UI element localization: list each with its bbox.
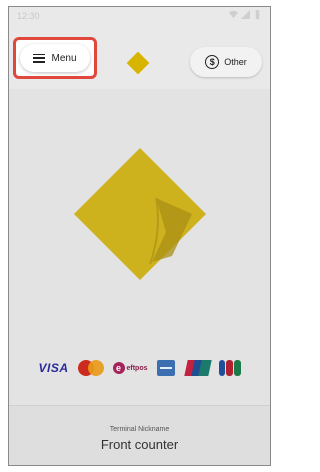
amex-logo <box>156 360 175 376</box>
hamburger-icon <box>33 53 46 63</box>
terminal-nickname-label: Terminal Nickname <box>109 426 170 433</box>
other-button-label: Other <box>224 57 247 67</box>
wifi-icon <box>229 10 238 19</box>
battery-icon <box>255 10 260 19</box>
payment-methods-row: VISA e eftpos <box>9 357 270 379</box>
terminal-nickname-value: Front counter <box>100 437 179 452</box>
top-bar: Menu $ Other <box>9 25 270 89</box>
main-area: VISA e eftpos <box>9 89 270 405</box>
terminal-nickname-panel: Terminal Nickname Front counter <box>9 405 270 465</box>
signal-icon <box>241 10 250 19</box>
menu-button-highlight: Menu <box>13 37 97 79</box>
other-button[interactable]: $ Other <box>190 47 262 77</box>
mastercard-logo <box>77 360 104 376</box>
terminal-screen: 12:30 Menu $ Other VISA e eftpos Termina… <box>8 6 271 466</box>
jcb-logo <box>218 360 241 376</box>
commbank-logo-large <box>74 148 206 280</box>
eftpos-logo: e eftpos <box>112 362 148 374</box>
status-bar: 12:30 <box>9 7 270 25</box>
eftpos-text: eftpos <box>126 364 148 372</box>
status-time: 12:30 <box>17 11 40 21</box>
commbank-logo-small <box>126 51 150 75</box>
dollar-circle-icon: $ <box>205 55 220 69</box>
status-icons <box>229 10 262 19</box>
visa-logo: VISA <box>38 361 69 375</box>
menu-button-label: Menu <box>51 52 77 64</box>
unionpay-logo <box>183 360 212 376</box>
menu-button[interactable]: Menu <box>20 44 90 72</box>
